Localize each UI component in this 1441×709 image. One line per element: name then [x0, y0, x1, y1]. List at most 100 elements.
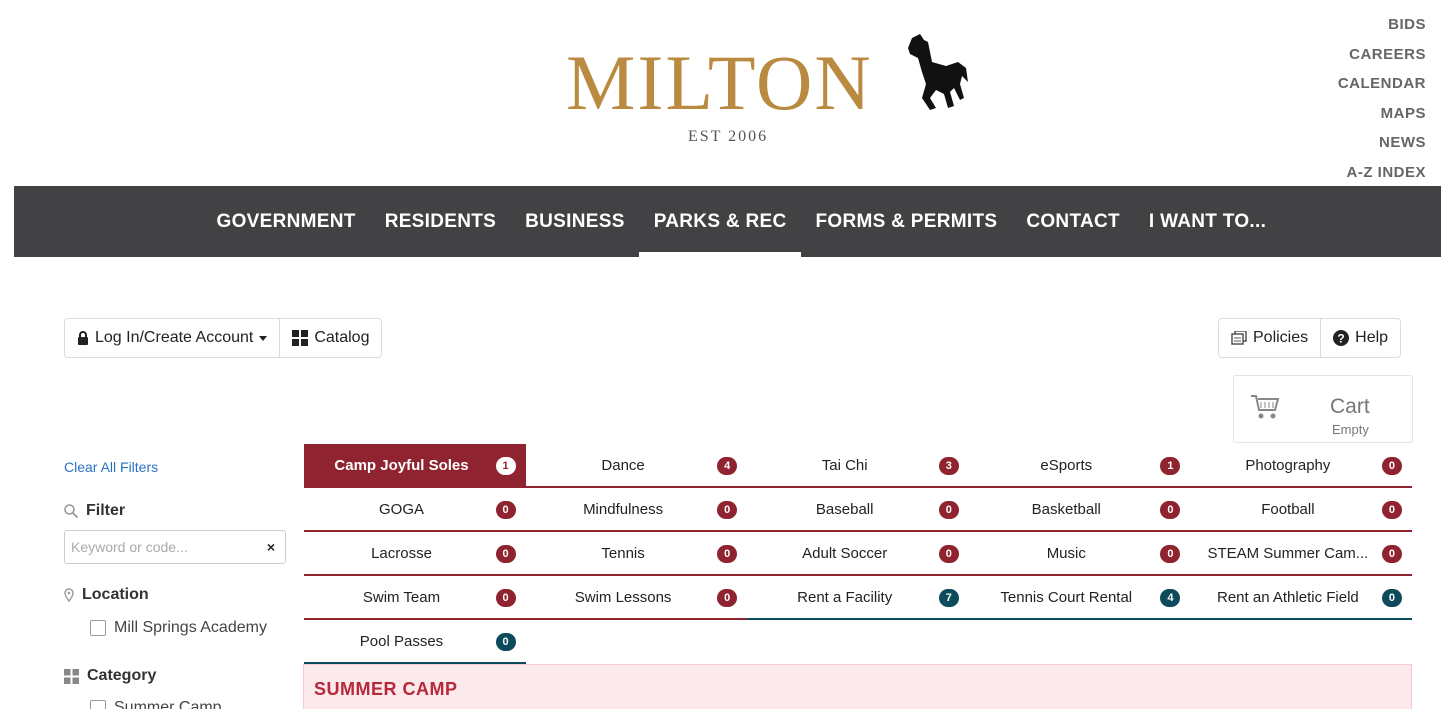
- category-row: Pool Passes 0: [304, 620, 526, 664]
- clear-search-icon[interactable]: ×: [267, 539, 275, 555]
- category-tab-goga[interactable]: GOGA 0: [304, 488, 526, 530]
- nav-item-forms-permits[interactable]: FORMS & PERMITS: [801, 186, 1012, 257]
- category-tab-tennis-court-rental[interactable]: Tennis Court Rental 4: [968, 576, 1191, 620]
- category-tab-music[interactable]: Music 0: [968, 532, 1191, 574]
- category-name: Dance: [601, 456, 645, 474]
- category-tab-swim-lessons[interactable]: Swim Lessons 0: [525, 576, 748, 620]
- category-tab-lacrosse[interactable]: Lacrosse 0: [304, 532, 526, 574]
- nav-item-business[interactable]: BUSINESS: [511, 186, 640, 257]
- nav-item-contact[interactable]: CONTACT: [1012, 186, 1135, 257]
- category-count-badge: 0: [717, 589, 738, 607]
- keyword-search-input[interactable]: [65, 531, 255, 563]
- utility-link-a-z-index[interactable]: A-Z INDEX: [1338, 158, 1426, 188]
- utility-link-calendar[interactable]: CALENDAR: [1338, 69, 1426, 99]
- category-count-badge: 0: [1381, 589, 1402, 607]
- account-toolbar: Log In/Create Account Catalog: [64, 318, 383, 358]
- category-row: GOGA 0 Mindfulness 0 Baseball 0 Basketball 0 Foo…: [304, 488, 1412, 532]
- category-name: Swim Lessons: [574, 588, 672, 606]
- category-count-badge: 0: [1160, 545, 1181, 563]
- category-name: Rent a Facility: [797, 588, 893, 606]
- category-count-badge: 1: [495, 457, 516, 475]
- category-count-badge: 0: [1160, 501, 1181, 519]
- category-tab-swim-team[interactable]: Swim Team 0: [304, 576, 526, 620]
- policies-button[interactable]: Policies: [1219, 319, 1322, 357]
- category-tab-rent-a-facility[interactable]: Rent a Facility 7: [747, 576, 969, 620]
- category-tab-pool-passes[interactable]: Pool Passes 0: [304, 620, 526, 662]
- category-tab-dance[interactable]: Dance 4: [525, 444, 748, 486]
- category-name: STEAM Summer Cam...: [1207, 544, 1369, 562]
- category-tab-tai-chi[interactable]: Tai Chi 3: [747, 444, 969, 486]
- nav-item-government[interactable]: GOVERNMENT: [202, 186, 370, 257]
- site-logo[interactable]: MILTON EST 2006: [560, 30, 980, 160]
- help-label: Help: [1355, 329, 1389, 346]
- cart-title: Cart: [1330, 395, 1370, 418]
- info-toolbar: Policies ? Help: [1218, 318, 1402, 358]
- category-count-badge: 0: [938, 545, 959, 563]
- login-button[interactable]: Log In/Create Account: [65, 319, 281, 357]
- utility-link-careers[interactable]: CAREERS: [1338, 40, 1426, 70]
- nav-item-parks-rec[interactable]: PARKS & REC: [639, 186, 801, 257]
- category-name: Baseball: [815, 500, 874, 518]
- category-count-badge: 0: [495, 633, 516, 651]
- filter-label: Filter: [86, 502, 126, 519]
- location-checkbox[interactable]: [90, 620, 106, 636]
- category-tab-camp-joyful-soles[interactable]: Camp Joyful Soles 1: [304, 444, 526, 486]
- category-name: Music: [1046, 544, 1086, 562]
- catalog-button[interactable]: Catalog: [280, 319, 381, 357]
- svg-text:?: ?: [1337, 332, 1344, 346]
- category-row: Camp Joyful Soles 1 Dance 4 Tai Chi 3 eSports 1…: [304, 444, 1412, 488]
- category-name: Photography: [1245, 456, 1331, 474]
- nav-item-residents[interactable]: RESIDENTS: [370, 186, 510, 257]
- category-grid-icon: [64, 668, 79, 684]
- category-heading: Category: [64, 667, 156, 685]
- category-count-badge: 1: [1160, 457, 1181, 475]
- category-name: Tai Chi: [821, 456, 868, 474]
- clear-all-filters-link[interactable]: Clear All Filters: [64, 459, 158, 475]
- cart-status: Empty: [1332, 422, 1369, 437]
- category-checkbox[interactable]: [90, 700, 106, 709]
- location-option-label: Mill Springs Academy: [114, 619, 267, 636]
- category-name: Basketball: [1031, 500, 1101, 518]
- category-tab-mindfulness[interactable]: Mindfulness 0: [525, 488, 748, 530]
- category-row: Swim Team 0 Swim Lessons 0 Rent a Facility 7 T…: [304, 576, 1412, 620]
- filter-heading: Filter: [64, 502, 125, 520]
- category-row: Lacrosse 0 Tennis 0 Adult Soccer 0 Music 0 STEAM…: [304, 532, 1412, 576]
- category-label: Category: [87, 667, 157, 684]
- utility-link-bids[interactable]: BIDS: [1338, 10, 1426, 40]
- location-option-mill-springs[interactable]: Mill Springs Academy: [90, 619, 267, 637]
- category-name: Camp Joyful Soles: [334, 456, 469, 474]
- cart-widget[interactable]: Cart Empty: [1233, 375, 1413, 443]
- category-tab-baseball[interactable]: Baseball 0: [747, 488, 969, 530]
- category-name: GOGA: [378, 500, 424, 518]
- category-count-badge: 0: [1381, 457, 1402, 475]
- category-tab-esports[interactable]: eSports 1: [968, 444, 1191, 486]
- category-tab-adult-soccer[interactable]: Adult Soccer 0: [747, 532, 969, 574]
- category-name: Lacrosse: [371, 544, 432, 562]
- help-button[interactable]: ? Help: [1321, 319, 1400, 357]
- category-count-badge: 3: [938, 457, 959, 475]
- category-name: eSports: [1040, 456, 1093, 474]
- utility-link-news[interactable]: NEWS: [1338, 128, 1426, 158]
- category-count-badge: 7: [938, 589, 959, 607]
- question-icon: ?: [1333, 330, 1350, 346]
- policies-label: Policies: [1253, 329, 1309, 346]
- category-option-summer-camp[interactable]: Summer Camp: [90, 699, 222, 709]
- category-tab-photography[interactable]: Photography 0: [1190, 444, 1412, 486]
- map-pin-icon: [64, 588, 74, 602]
- category-tab-rent-an-athletic-field[interactable]: Rent an Athletic Field 0: [1190, 576, 1412, 620]
- category-tab-football[interactable]: Football 0: [1190, 488, 1412, 530]
- category-count-badge: 0: [495, 545, 516, 563]
- category-tab-basketball[interactable]: Basketball 0: [968, 488, 1191, 530]
- main-nav: GOVERNMENT RESIDENTS BUSINESS PARKS & REC FO…: [14, 186, 1441, 257]
- category-tab-tennis[interactable]: Tennis 0: [525, 532, 748, 574]
- category-name: Football: [1261, 500, 1315, 518]
- nav-item-i-want-to[interactable]: I WANT TO...: [1134, 186, 1280, 257]
- login-label: Log In/Create Account: [95, 329, 254, 346]
- lock-icon: [78, 331, 88, 345]
- search-icon: [64, 504, 78, 518]
- keyword-search: ×: [64, 530, 286, 564]
- category-count-badge: 0: [717, 501, 738, 519]
- utility-link-maps[interactable]: MAPS: [1338, 99, 1426, 129]
- category-tab-steam-summer-cam[interactable]: STEAM Summer Cam... 0: [1190, 532, 1412, 574]
- category-name: Swim Team: [362, 588, 441, 606]
